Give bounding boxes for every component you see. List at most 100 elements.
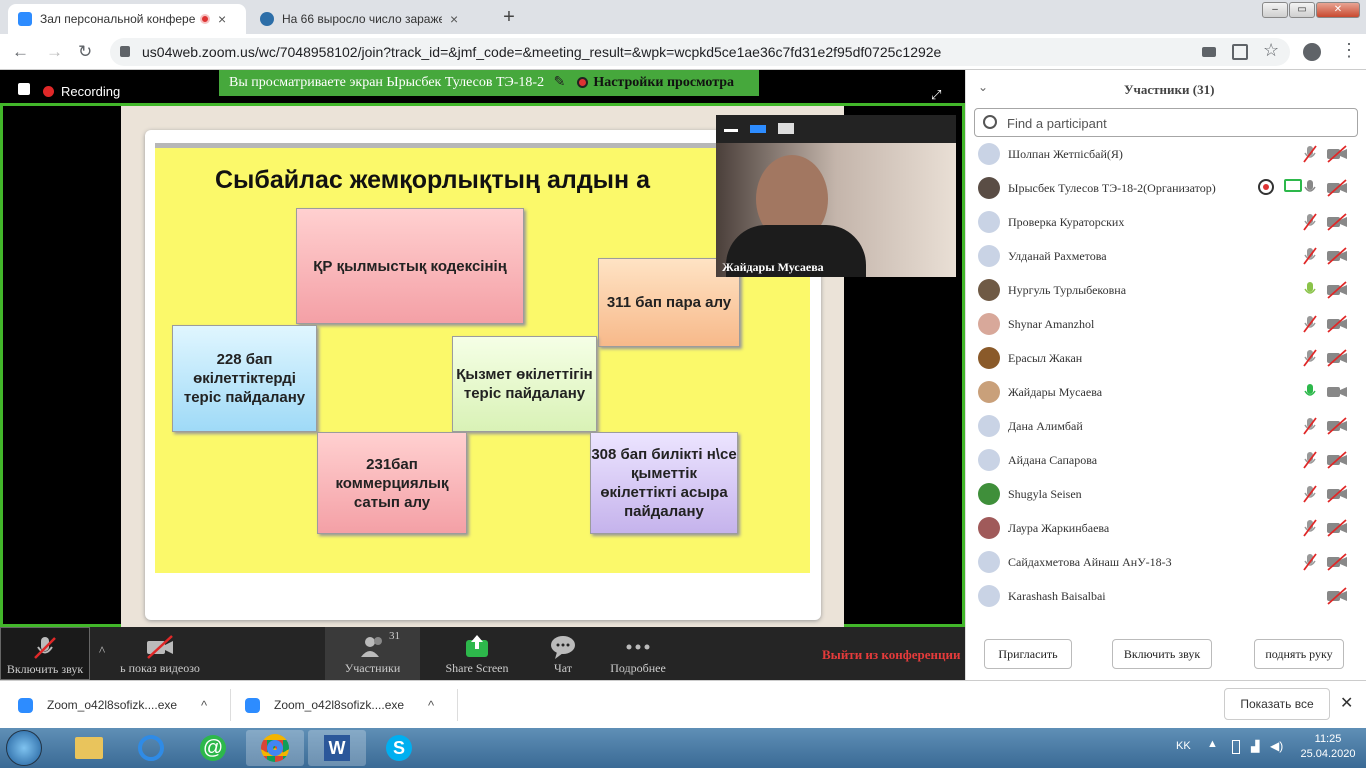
translate-icon[interactable]: [1232, 44, 1248, 60]
record-icon: [576, 77, 588, 89]
language-indicator[interactable]: KK: [1176, 740, 1191, 752]
menu-icon[interactable]: ⋮: [1340, 40, 1358, 61]
more-button[interactable]: Подробнее: [606, 627, 670, 680]
participants-button[interactable]: 31 Участники: [325, 627, 420, 680]
explorer-taskbar-icon[interactable]: [60, 730, 118, 766]
mail-taskbar-icon[interactable]: @: [184, 730, 242, 766]
profile-icon[interactable]: [1303, 43, 1321, 61]
back-icon[interactable]: ←: [12, 42, 29, 62]
leave-meeting-button[interactable]: Выйти из конференции: [822, 647, 960, 663]
mic-muted-icon[interactable]: [1302, 247, 1318, 268]
network-icon[interactable]: ▟: [1251, 740, 1259, 753]
video-off-icon[interactable]: [1326, 247, 1348, 268]
forward-icon[interactable]: →: [46, 42, 63, 62]
audio-options-chevron[interactable]: ^: [92, 627, 112, 680]
video-off-icon[interactable]: [1326, 485, 1348, 506]
chevron-up-icon[interactable]: ^: [428, 698, 434, 713]
participant-row[interactable]: Жайдары Мусаева: [966, 375, 1366, 409]
skype-taskbar-icon[interactable]: S: [370, 730, 428, 766]
mic-muted-icon[interactable]: [1302, 417, 1318, 438]
mic-icon[interactable]: [1302, 179, 1318, 200]
start-button[interactable]: [6, 730, 42, 766]
share-screen-button[interactable]: Share Screen: [436, 627, 518, 680]
participant-search-input[interactable]: Find a participant: [974, 108, 1358, 137]
show-all-downloads-button[interactable]: Показать все: [1224, 688, 1330, 720]
mic-muted-icon[interactable]: [1302, 213, 1318, 234]
clock[interactable]: 11:25 25.04.2020: [1300, 733, 1356, 760]
tab-zoom-meeting[interactable]: Зал персональной конфере ×: [8, 4, 246, 34]
close-tab-icon[interactable]: ×: [218, 11, 226, 27]
participant-row[interactable]: Сайдахметова Айнаш АнУ-18-3: [966, 545, 1366, 579]
mic-muted-icon[interactable]: [1302, 145, 1318, 166]
participant-name: Ырысбек Тулесов ТЭ-18-2(Организатор): [1008, 180, 1216, 195]
download-item[interactable]: Zoom_o42l8sofizk....exe ^: [18, 681, 228, 729]
battery-icon[interactable]: [1232, 740, 1240, 754]
participant-row[interactable]: Нургуль Турлыбековна: [966, 273, 1366, 307]
participant-row[interactable]: Ерасыл Жакан: [966, 341, 1366, 375]
participant-row[interactable]: Улданай Рахметова: [966, 239, 1366, 273]
bookmark-star-icon[interactable]: ☆: [1263, 40, 1279, 61]
participant-row[interactable]: Karashash Baisalbai: [966, 579, 1366, 613]
tray-expand-icon[interactable]: ▲: [1207, 738, 1218, 750]
participant-row[interactable]: Shugyla Seisen: [966, 477, 1366, 511]
invite-button[interactable]: Пригласить: [984, 639, 1072, 669]
minimize-button[interactable]: –: [1262, 2, 1288, 18]
close-tab-icon[interactable]: ×: [450, 11, 458, 27]
video-off-icon[interactable]: [1326, 315, 1348, 336]
mic-muted-icon[interactable]: [1302, 349, 1318, 370]
view-settings-link[interactable]: Настройки просмотра: [593, 75, 734, 90]
close-downloads-icon[interactable]: ✕: [1340, 693, 1353, 713]
participant-row[interactable]: Shynar Amanzhol: [966, 307, 1366, 341]
participant-row[interactable]: Шолпан Жетпісбай(Я): [966, 137, 1366, 171]
ie-taskbar-icon[interactable]: [122, 730, 180, 766]
gallery-view-icon[interactable]: [778, 123, 794, 134]
participant-row[interactable]: Проверка Кураторских: [966, 205, 1366, 239]
video-off-icon[interactable]: [1326, 519, 1348, 540]
unmute-button[interactable]: Включить звук: [0, 627, 90, 680]
video-off-icon[interactable]: [1326, 213, 1348, 234]
maximize-button[interactable]: ▭: [1289, 2, 1315, 18]
participant-row[interactable]: Ырысбек Тулесов ТЭ-18-2(Организатор): [966, 171, 1366, 205]
close-window-button[interactable]: ✕: [1316, 2, 1360, 18]
address-bar: ← → ↻ us04web.zoom.us/wc/7048958102/join…: [0, 34, 1366, 70]
download-item[interactable]: Zoom_o42l8sofizk....exe ^: [245, 681, 455, 729]
speaker-view-icon[interactable]: [750, 125, 766, 133]
participant-row[interactable]: Айдана Сапарова: [966, 443, 1366, 477]
avatar: [978, 449, 1000, 471]
participant-row[interactable]: Дана Алимбай: [966, 409, 1366, 443]
video-tile[interactable]: Жайдары Мусаева: [716, 115, 956, 277]
url-input[interactable]: us04web.zoom.us/wc/7048958102/join?track…: [110, 38, 1290, 66]
mic-muted-icon[interactable]: [1302, 553, 1318, 574]
reload-icon[interactable]: ↻: [78, 42, 92, 62]
volume-icon[interactable]: ◀): [1270, 739, 1283, 753]
tab-news[interactable]: На 66 выросло число зараженн ×: [250, 4, 488, 34]
video-off-icon[interactable]: [1326, 349, 1348, 370]
video-off-icon[interactable]: [1326, 145, 1348, 166]
collapse-panel-icon[interactable]: ⌄: [978, 80, 988, 94]
mic-icon[interactable]: [1302, 281, 1318, 302]
mic-muted-icon[interactable]: [1302, 315, 1318, 336]
mic-muted-icon[interactable]: [1302, 451, 1318, 472]
video-off-icon[interactable]: [1326, 417, 1348, 438]
video-off-icon[interactable]: [1326, 451, 1348, 472]
mic-muted-icon[interactable]: [1302, 519, 1318, 540]
video-off-icon[interactable]: [1326, 179, 1348, 200]
raise-hand-button[interactable]: поднять руку: [1254, 639, 1344, 669]
mic-muted-icon[interactable]: [1302, 485, 1318, 506]
word-taskbar-icon[interactable]: W: [308, 730, 366, 766]
participant-row[interactable]: Лаура Жаркинбаева: [966, 511, 1366, 545]
camera-icon[interactable]: [1202, 47, 1216, 57]
chat-button[interactable]: Чат: [536, 627, 590, 680]
fullscreen-icon[interactable]: ⤢: [931, 87, 941, 103]
video-off-icon[interactable]: [1326, 281, 1348, 302]
video-off-icon[interactable]: [1326, 587, 1348, 608]
minimize-video-icon[interactable]: [724, 129, 738, 132]
video-icon[interactable]: [1326, 383, 1348, 404]
new-tab-button[interactable]: +: [496, 6, 522, 30]
mic-icon[interactable]: [1302, 383, 1318, 404]
chrome-taskbar-icon[interactable]: [246, 730, 304, 766]
start-video-button[interactable]: ь показ видеозо: [112, 627, 208, 680]
video-off-icon[interactable]: [1326, 553, 1348, 574]
panel-unmute-button[interactable]: Включить звук: [1112, 639, 1212, 669]
chevron-up-icon[interactable]: ^: [201, 698, 207, 713]
